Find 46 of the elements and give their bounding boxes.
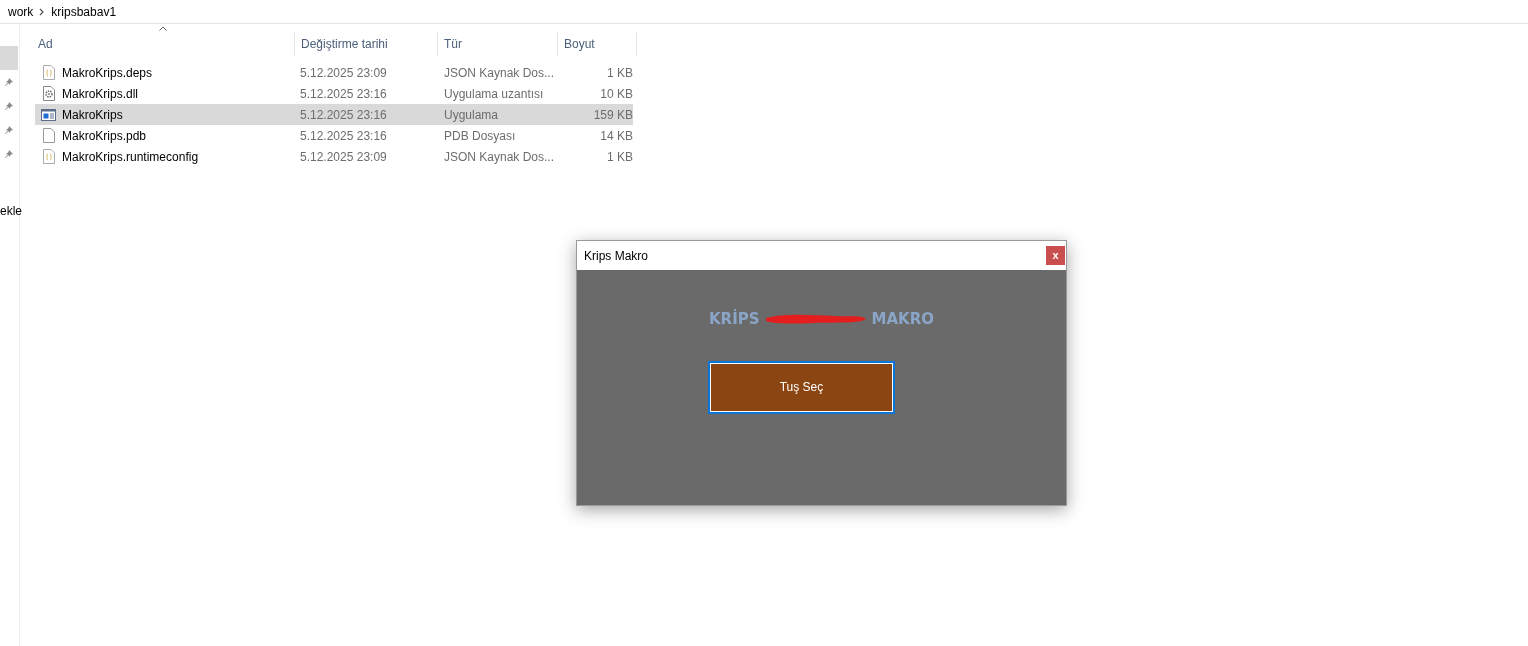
- file-date: 5.12.2025 23:16: [300, 86, 387, 101]
- file-size: 1 KB: [607, 65, 633, 80]
- column-header[interactable]: Değiştirme tarihi: [301, 35, 388, 53]
- file-row[interactable]: MakroKrips.pdb 5.12.2025 23:16 PDB Dosyası 14 KB: [35, 125, 633, 146]
- file-name: MakroKrips.deps: [62, 64, 153, 82]
- breadcrumb-item[interactable]: work: [8, 2, 34, 21]
- file-row[interactable]: MakroKrips.deps 5.12.2025 23:09 JSON Kaynak Dos... 1 KB: [35, 62, 633, 83]
- file-type: Uygulama: [444, 107, 499, 122]
- file-type: PDB Dosyası: [444, 128, 516, 143]
- application-icon: [41, 108, 56, 121]
- dialog-title: Krips Makro: [584, 247, 648, 265]
- chevron-icon: [39, 7, 46, 16]
- gear-file-icon: [42, 86, 55, 101]
- file-name: MakroKrips.dll: [62, 85, 139, 103]
- file-date: 5.12.2025 23:16: [300, 128, 387, 143]
- pin-icon: [4, 77, 14, 87]
- heading-text: MAKRO: [871, 309, 934, 330]
- file-type: JSON Kaynak Dos...: [444, 65, 555, 80]
- file-icon: [42, 65, 55, 80]
- file-size: 14 KB: [600, 128, 633, 143]
- pin-icon: [4, 125, 14, 135]
- column-header[interactable]: Ad: [38, 35, 53, 53]
- file-date: 5.12.2025 23:16: [300, 107, 387, 122]
- file-icon: [42, 128, 55, 143]
- select-key-button[interactable]: Tuş Seç: [708, 360, 895, 414]
- file-name: MakroKrips: [62, 106, 123, 124]
- close-button[interactable]: x: [1046, 246, 1065, 265]
- file-size: 1 KB: [607, 149, 633, 164]
- file-size: 10 KB: [600, 86, 633, 101]
- file-date: 5.12.2025 23:09: [300, 65, 387, 80]
- column-header[interactable]: Tür: [444, 35, 462, 53]
- column-header[interactable]: Boyut: [564, 35, 595, 53]
- pin-icon: [4, 149, 14, 159]
- file-row[interactable]: MakroKrips 5.12.2025 23:16 Uygulama 159 KB: [35, 104, 633, 125]
- file-icon: [42, 149, 55, 164]
- heading-text: KRİPS: [709, 308, 760, 330]
- pin-icon: [4, 101, 14, 111]
- file-size: 159 KB: [593, 107, 633, 122]
- file-row[interactable]: MakroKrips.runtimeconfig 5.12.2025 23:09 JSON Kaynak Dos... 1 KB: [35, 146, 633, 167]
- file-date: 5.12.2025 23:09: [300, 149, 387, 164]
- breadcrumb-item[interactable]: kripsbabav1: [51, 2, 117, 21]
- file-row[interactable]: MakroKrips.dll 5.12.2025 23:16 Uygulama uzantısı 10 KB: [35, 83, 633, 104]
- file-type: JSON Kaynak Dos...: [444, 149, 555, 164]
- file-name: MakroKrips.pdb: [62, 127, 147, 145]
- file-type: Uygulama uzantısı: [444, 86, 544, 101]
- file-name: MakroKrips.runtimeconfig: [62, 148, 199, 166]
